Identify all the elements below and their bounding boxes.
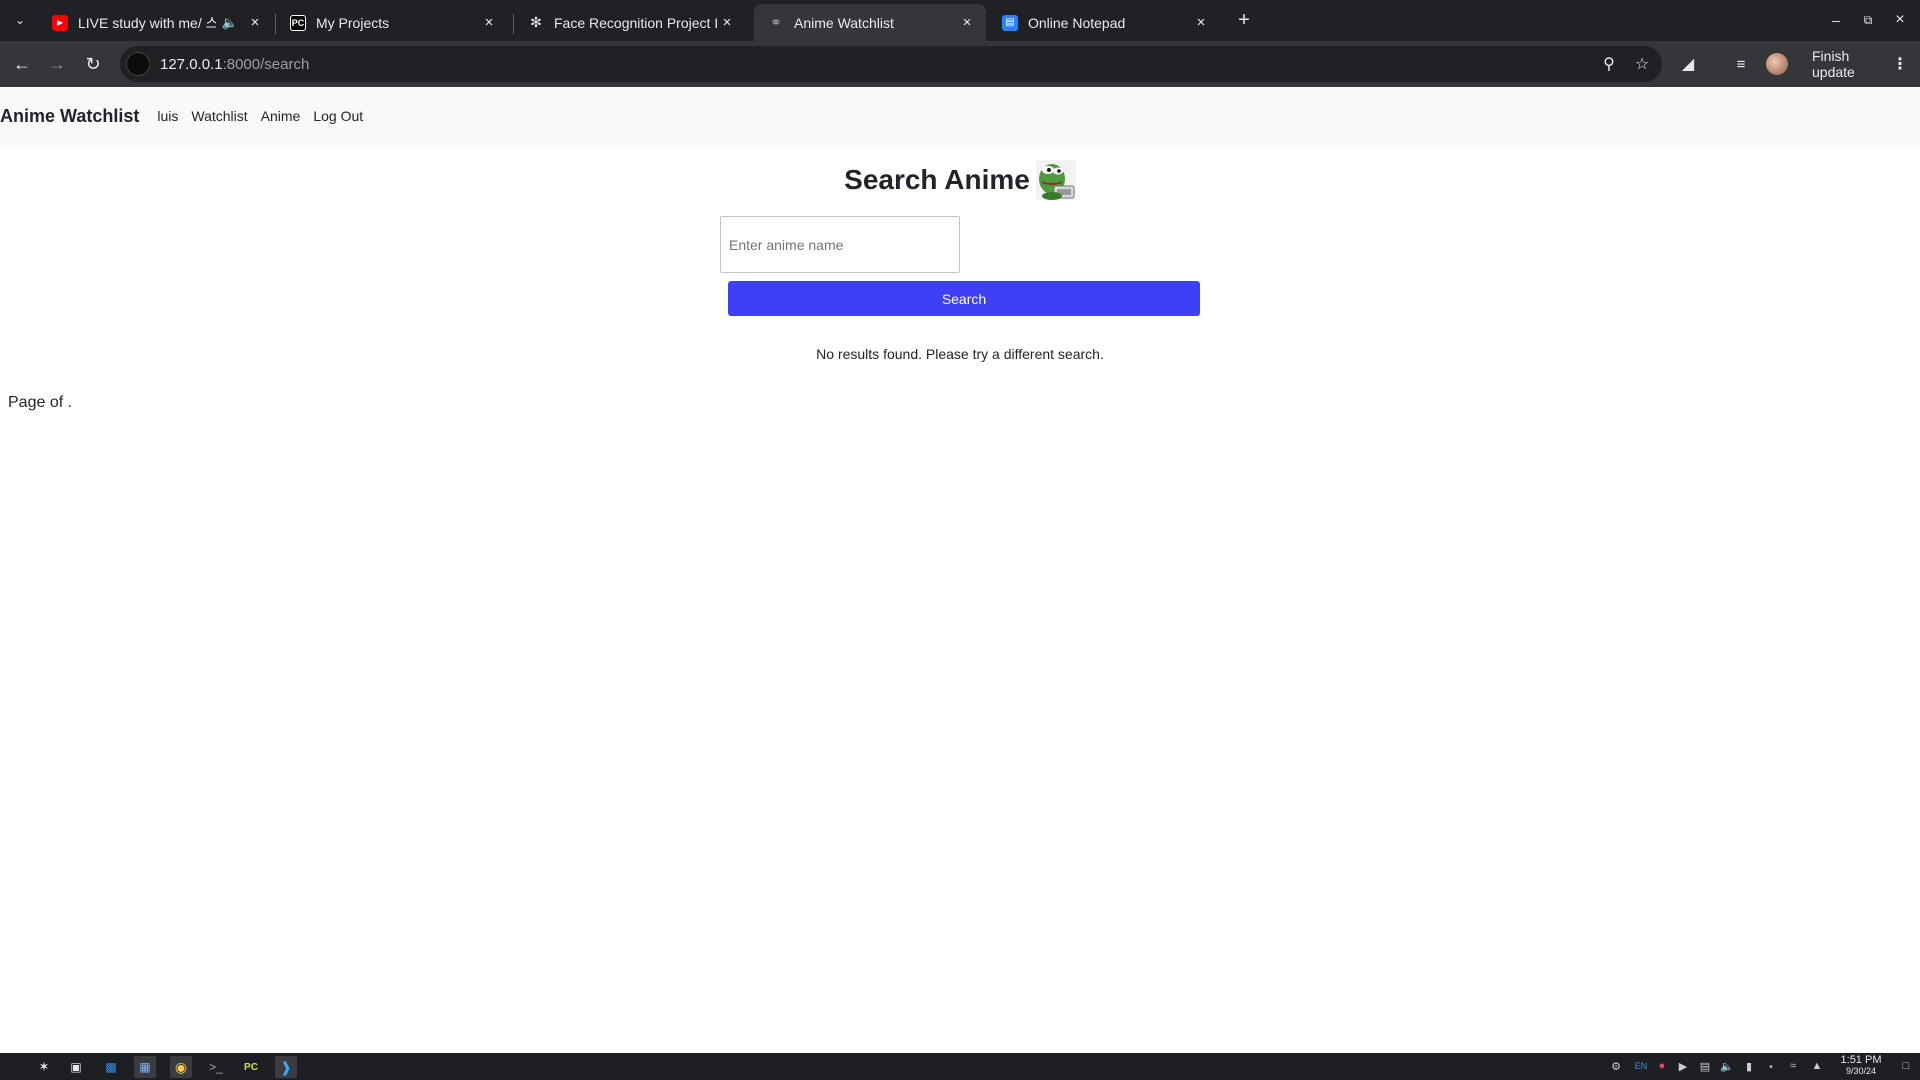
vscode-icon[interactable]: ❱ <box>275 1056 297 1078</box>
zoom-icon[interactable]: ⚲ <box>1596 51 1622 77</box>
browser-tab-strip: ⌄ ▶ LIVE study with me/ 스터 🔈 × PC My Pro… <box>0 0 1920 41</box>
close-tab-icon[interactable]: × <box>718 14 736 32</box>
browser-toolbar: ← → ↻ 127.0.0.1:8000/search ⚲ ☆ ◢ ≡ Fini… <box>0 41 1920 87</box>
pepe-frog-icon <box>1035 160 1076 200</box>
site-info-icon[interactable] <box>126 52 150 76</box>
new-tab-icon[interactable]: + <box>1232 8 1256 32</box>
tab-online-notepad[interactable]: ▤ Online Notepad × <box>988 4 1220 41</box>
show-desktop-icon[interactable]: □ <box>1898 1058 1914 1074</box>
back-icon[interactable]: ← <box>8 50 36 78</box>
terminal-icon[interactable]: >_ <box>205 1056 227 1078</box>
media-controls-icon[interactable]: ≡ <box>1727 50 1755 78</box>
installer-icon[interactable]: ▦ <box>134 1056 156 1078</box>
finish-update-button[interactable]: Finish update ⋮ <box>1800 48 1920 80</box>
battery-icon[interactable]: ▮ <box>1741 1058 1757 1074</box>
url-text[interactable]: 127.0.0.1:8000/search <box>160 56 309 73</box>
no-results-message: No results found. Please try a different… <box>816 346 1104 362</box>
anime-search-input[interactable] <box>720 216 960 273</box>
close-tab-icon[interactable]: × <box>958 14 976 32</box>
app-tray-icon[interactable]: ● <box>1654 1058 1670 1074</box>
clipboard-icon[interactable]: ▤ <box>1697 1058 1713 1074</box>
launcher-icon[interactable]: ✶ <box>33 1056 55 1078</box>
system-clock[interactable]: 1:51 PM 9/30/24 <box>1834 1055 1888 1077</box>
media-tray-icon[interactable]: ▶ <box>1675 1058 1691 1074</box>
bookmark-star-icon[interactable]: ☆ <box>1629 51 1655 77</box>
files-icon[interactable]: ▩ <box>100 1056 122 1078</box>
tray-expand-icon[interactable]: ▲ <box>1809 1058 1825 1074</box>
youtube-icon: ▶ <box>52 14 68 31</box>
nav-watchlist-link[interactable]: Watchlist <box>191 108 247 124</box>
chatgpt-icon: ✻ <box>530 14 542 30</box>
pagination-text: Page of . <box>8 394 73 411</box>
chrome-icon[interactable]: ◉ <box>170 1056 192 1078</box>
minimize-icon[interactable]: – <box>1822 6 1850 34</box>
globe-icon: ⚭ <box>770 14 782 30</box>
clock-date: 9/30/24 <box>1845 1066 1877 1076</box>
tab-title: Online Notepad <box>1028 14 1126 31</box>
tab-search-dropdown-icon[interactable]: ⌄ <box>8 8 32 32</box>
audio-playing-icon[interactable]: 🔈 <box>222 15 238 31</box>
close-tab-icon[interactable]: × <box>1192 14 1210 32</box>
brand-link[interactable]: Anime Watchlist <box>0 106 139 127</box>
avatar[interactable] <box>1766 53 1788 75</box>
tab-face-recognition[interactable]: ✻ Face Recognition Project Id × <box>514 4 746 41</box>
clock-time: 1:51 PM <box>1840 1054 1882 1066</box>
wifi-icon[interactable]: ≈ <box>1785 1058 1801 1074</box>
os-taskbar: ✶ ▣ ▩ ▦ ◉ >_ PC ❱ ⚙ EN ● ▶ ▤ 🔈 ▮ ⋆ ≈ ▲ 1… <box>0 1053 1920 1080</box>
tab-title: Face Recognition Project Id <box>554 14 718 31</box>
tab-anime-watchlist[interactable]: ⚭ Anime Watchlist × <box>754 4 986 41</box>
tab-title: LIVE study with me/ 스터 <box>78 14 216 31</box>
close-window-icon[interactable]: × <box>1886 6 1914 34</box>
nav-anime-link[interactable]: Anime <box>261 108 301 124</box>
site-navbar: Anime Watchlist luis Watchlist Anime Log… <box>0 87 1920 145</box>
close-tab-icon[interactable]: × <box>246 14 264 32</box>
address-bar[interactable]: 127.0.0.1:8000/search ⚲ ☆ <box>120 46 1662 82</box>
bluetooth-icon[interactable]: ⋆ <box>1763 1058 1779 1074</box>
tab-live-study[interactable]: ▶ LIVE study with me/ 스터 🔈 × <box>38 4 274 41</box>
search-button[interactable]: Search <box>728 281 1200 316</box>
finish-update-label: Finish update <box>1812 48 1855 80</box>
tab-title: My Projects <box>316 14 390 31</box>
nav-logout-link[interactable]: Log Out <box>313 108 363 124</box>
heading-row: Search Anime <box>0 160 1920 200</box>
pycharm-icon: PC <box>290 14 306 31</box>
more-menu-icon[interactable]: ⋮ <box>1892 54 1908 74</box>
url-path: :8000/search <box>222 55 310 73</box>
url-host: 127.0.0.1 <box>160 55 223 73</box>
pycharm-icon[interactable]: PC <box>240 1056 262 1078</box>
reload-icon[interactable]: ↻ <box>79 50 107 78</box>
nav-user-link[interactable]: luis <box>157 108 178 124</box>
volume-icon[interactable]: 🔈 <box>1719 1058 1735 1074</box>
tab-my-projects[interactable]: PC My Projects × <box>276 4 508 41</box>
restore-icon[interactable]: ⧉ <box>1854 6 1882 34</box>
notepad-icon: ▤ <box>1002 14 1018 31</box>
extensions-icon[interactable]: ◢ <box>1674 50 1702 78</box>
page-title: Search Anime <box>844 164 1030 195</box>
keyboard-layout-indicator[interactable]: EN <box>1630 1058 1652 1074</box>
forward-icon[interactable]: → <box>43 50 71 78</box>
workspace-icon[interactable]: ▣ <box>65 1056 87 1078</box>
settings-tray-icon[interactable]: ⚙ <box>1608 1058 1624 1074</box>
tab-title: Anime Watchlist <box>794 14 894 31</box>
close-tab-icon[interactable]: × <box>480 14 498 32</box>
